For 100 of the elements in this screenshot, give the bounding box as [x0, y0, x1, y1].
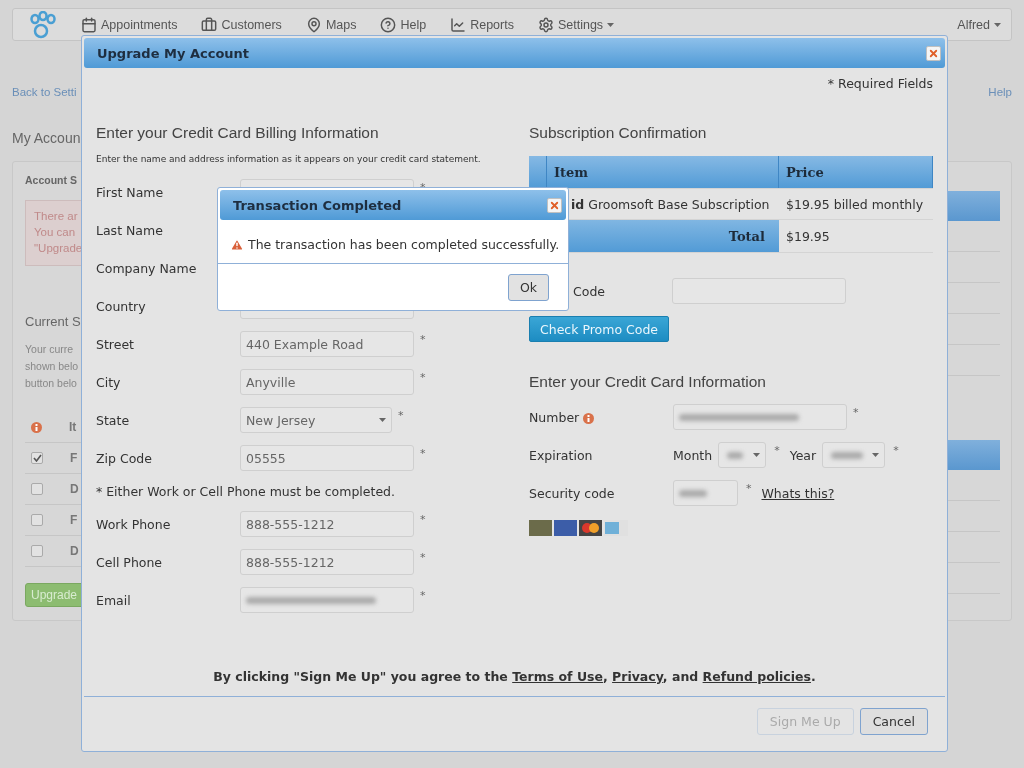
close-button[interactable]: [926, 45, 941, 61]
close-icon: [549, 199, 560, 211]
year-select[interactable]: [822, 442, 886, 468]
info-icon: [583, 412, 595, 424]
field-label: Company Name: [96, 260, 198, 276]
caret-icon: [607, 22, 615, 27]
caret-icon: [994, 22, 1001, 27]
paw-logo-icon: [29, 10, 57, 39]
policy-link[interactable]: Privacy: [612, 669, 663, 684]
line-chart-icon: [450, 16, 467, 33]
user-menu[interactable]: Alfred: [957, 17, 1001, 32]
nav-item[interactable]: Maps: [305, 16, 357, 33]
close-icon: [928, 47, 939, 59]
field-label: First Name: [96, 184, 165, 200]
required-mark: *: [774, 444, 780, 457]
section-heading: Enter your Credit Card Information: [529, 372, 767, 392]
table-cell: D: [70, 544, 79, 558]
table-header-cell: [529, 156, 547, 188]
required-mark: *: [420, 551, 426, 564]
caret-icon: [872, 453, 880, 457]
year-label: Year: [789, 447, 817, 463]
blurred-text: [679, 489, 707, 497]
field-label: Zip Code: [96, 450, 153, 466]
state-select[interactable]: New Jersey: [240, 407, 392, 433]
text-field[interactable]: 888-555-1212: [240, 549, 414, 575]
field-label: Country: [96, 298, 147, 314]
text-field[interactable]: Anyville: [240, 369, 414, 395]
section-title: Current S: [25, 314, 81, 329]
nav-item[interactable]: Reports: [450, 16, 514, 33]
warning-icon: [230, 237, 244, 252]
blurred-text: [831, 451, 864, 459]
required-mark: *: [420, 513, 426, 526]
caret-icon: [379, 418, 386, 422]
table-cell: D: [70, 482, 79, 496]
policy-link[interactable]: Terms of Use: [512, 669, 603, 684]
month-select[interactable]: [718, 442, 767, 468]
billing-instructions: Enter the name and address information as it appears on your credit card statement.: [96, 153, 482, 165]
dialog-button[interactable]: Cancel: [859, 708, 928, 735]
section-heading: Subscription Confirmation: [529, 123, 708, 143]
policy-link[interactable]: Refund policies: [702, 669, 811, 684]
briefcase-icon: [201, 16, 218, 33]
nav-item[interactable]: Customers: [201, 16, 282, 33]
card-number-field[interactable]: [673, 404, 847, 430]
field-label: Work Phone: [96, 516, 172, 532]
required-mark: *: [853, 406, 859, 419]
field-label: City: [96, 374, 122, 390]
alert-title: Transaction Completed: [233, 197, 402, 213]
section-description: Your curre shown belo button belo: [25, 342, 80, 391]
calendar-icon: [81, 16, 97, 33]
text-field[interactable]: 05555: [240, 445, 414, 471]
whats-this-link[interactable]: Whats this?: [761, 485, 835, 501]
blurred-text: [727, 451, 744, 459]
settings-icon: [537, 16, 554, 33]
nav-item[interactable]: Settings: [537, 16, 615, 33]
security-code-field[interactable]: [673, 480, 738, 506]
field-label: Cell Phone: [96, 554, 164, 570]
close-button[interactable]: [547, 197, 562, 213]
text-field[interactable]: 440 Example Road: [240, 331, 414, 357]
nav-item[interactable]: Appointments: [81, 16, 178, 33]
ok-button[interactable]: Ok: [507, 274, 549, 301]
checkbox[interactable]: [31, 483, 43, 495]
nav-item[interactable]: Help: [380, 16, 427, 33]
field-label: Email: [96, 592, 132, 608]
total-value: $19.95: [785, 227, 831, 246]
month-label: Month: [673, 447, 713, 463]
field-label: Security code: [529, 485, 616, 501]
caret-icon: [753, 453, 761, 457]
field-label: Street: [96, 336, 135, 352]
section-heading: Enter your Credit Card Billing Information: [96, 123, 380, 143]
item-text: id Groomsoft Base Subscription: [571, 196, 770, 212]
info-icon: [31, 421, 42, 433]
map-pin-icon: [305, 16, 322, 33]
column-header: It: [69, 420, 77, 434]
required-mark: *: [420, 589, 426, 602]
table-cell-text: $19.95 billed monthly: [785, 195, 925, 214]
warning-message: There ar You can "Upgrade: [25, 200, 83, 266]
field-label: State: [96, 412, 131, 428]
field-label: Number: [529, 409, 580, 425]
help-icon: [380, 16, 397, 33]
page-title: My Accoun: [12, 130, 81, 146]
required-mark: *: [420, 371, 426, 384]
checkbox[interactable]: [31, 545, 43, 557]
column-header: Item: [547, 156, 779, 188]
agreement-text: By clicking "Sign Me Up" you agree to the Terms of Use, Privacy, and Refund policies.: [212, 669, 817, 684]
required-mark: *: [420, 333, 426, 346]
table-cell: F: [70, 451, 78, 465]
text-field[interactable]: 888-555-1212: [240, 511, 414, 537]
required-mark: *: [420, 447, 426, 460]
field-label: Expiration: [529, 447, 594, 463]
required-fields-note: * Required Fields: [826, 76, 933, 93]
field-label: Last Name: [96, 222, 164, 238]
dialog-title: Upgrade My Account: [97, 45, 250, 61]
email-field[interactable]: [240, 587, 414, 613]
table-cell: F: [70, 513, 78, 527]
checkbox[interactable]: [31, 514, 43, 526]
column-header: Price: [779, 156, 933, 188]
card-heading: Account S: [25, 174, 78, 186]
check-promo-code-button[interactable]: Check Promo Code: [529, 316, 670, 342]
required-mark: *: [893, 444, 899, 457]
checkbox[interactable]: [31, 452, 43, 464]
